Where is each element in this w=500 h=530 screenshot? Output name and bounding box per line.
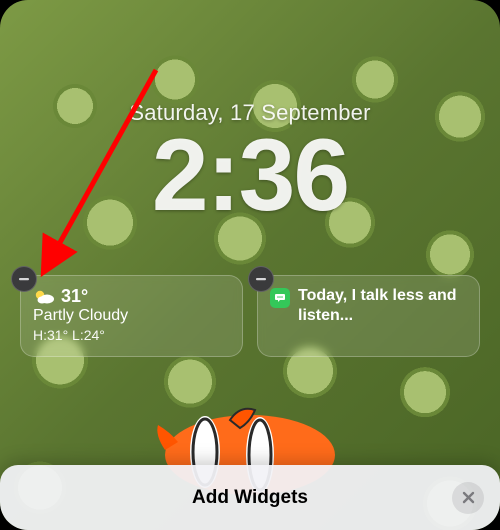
weather-widget[interactable]: 31° Partly Cloudy H:31° L:24° [20,275,243,357]
remove-quote-widget-button[interactable] [248,266,274,292]
close-sheet-button[interactable] [452,482,484,514]
close-icon [462,491,475,504]
minus-icon [254,272,268,286]
widgets-row: 31° Partly Cloudy H:31° L:24° [0,275,500,357]
remove-weather-widget-button[interactable] [11,266,37,292]
quote-widget[interactable]: Today, I talk less and listen... [257,275,480,357]
minus-icon [17,272,31,286]
speech-bubble-icon [270,288,290,308]
quote-text: Today, I talk less and listen... [298,286,467,326]
weather-condition: Partly Cloudy [33,307,230,325]
lock-screen-time[interactable]: 2:36 [152,124,348,226]
sheet-title: Add Widgets [192,487,308,509]
partly-cloudy-icon [33,288,55,306]
weather-high-low: H:31° L:24° [33,327,230,343]
add-widgets-sheet: Add Widgets [0,465,500,530]
weather-temperature: 31° [61,286,88,307]
lock-screen-editor: Saturday, 17 September 2:36 31° Partly C… [0,0,500,530]
